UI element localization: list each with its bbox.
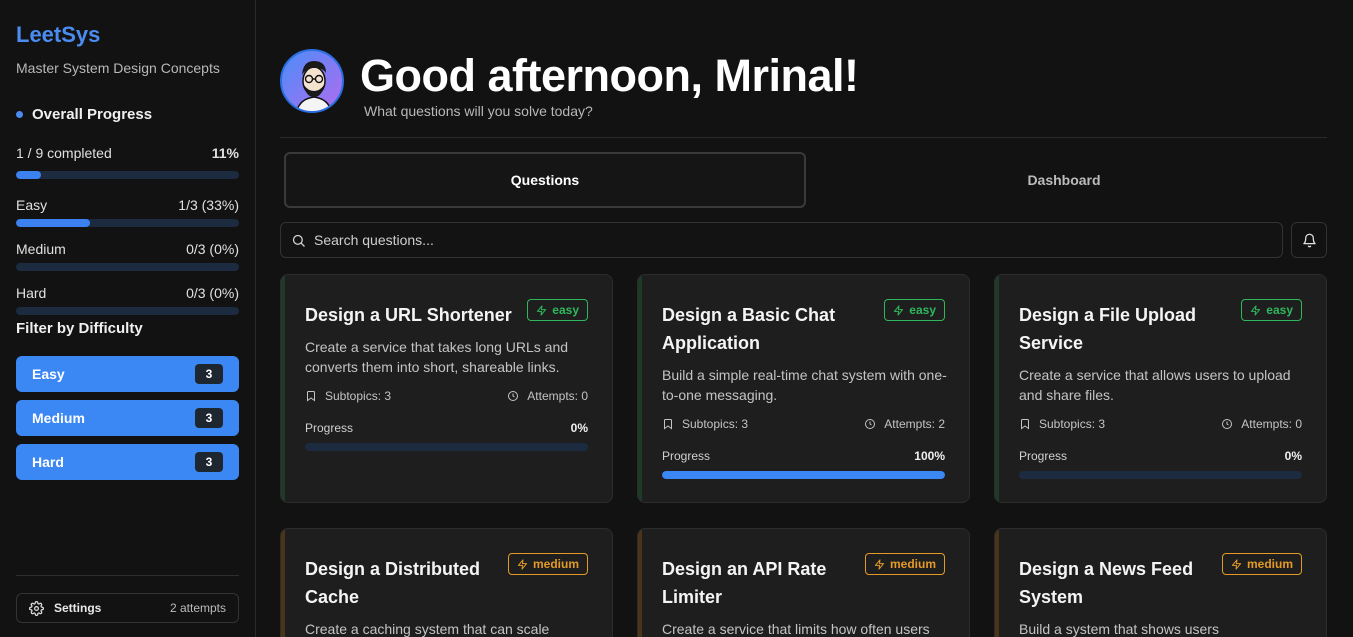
hard-progress-bar xyxy=(16,307,239,315)
attempts-count: Attempts: 0 xyxy=(1221,417,1302,431)
bolt-icon xyxy=(537,304,547,316)
question-card-url-shortener[interactable]: Design a URL Shortener easy Create a ser… xyxy=(280,274,613,503)
overall-progress-bar xyxy=(16,171,239,179)
overall-progress-row: 1 / 9 completed 11% xyxy=(16,145,239,161)
filter-count-badge: 3 xyxy=(195,364,223,384)
card-accent xyxy=(638,275,642,502)
card-progress-bar xyxy=(1019,471,1302,479)
sidebar: LeetSys Master System Design Concepts Ov… xyxy=(0,0,256,637)
bolt-icon xyxy=(517,558,528,570)
hard-progress-row: Hard 0/3 (0%) xyxy=(16,285,239,301)
card-accent xyxy=(281,529,285,637)
subtopics-count: Subtopics: 3 xyxy=(305,389,391,403)
easy-progress-row: Easy 1/3 (33%) xyxy=(16,197,239,213)
search-icon xyxy=(292,234,305,247)
search-input[interactable] xyxy=(314,232,1214,248)
card-description: Create a caching system that can scale xyxy=(305,621,550,637)
card-title: Design a Basic Chat Application xyxy=(662,305,836,353)
bookmark-icon xyxy=(307,391,315,402)
sidebar-divider xyxy=(16,575,239,576)
card-progress-bar xyxy=(662,471,945,479)
card-accent xyxy=(281,275,285,502)
difficulty-badge: medium xyxy=(1221,553,1302,575)
attempts-count: Attempts: 2 xyxy=(864,417,945,431)
card-description: Create a service that allows users to up… xyxy=(1019,367,1291,403)
card-description: Build a simple real-time chat system wit… xyxy=(662,367,947,403)
tagline: Master System Design Concepts xyxy=(16,60,220,76)
bookmark-icon xyxy=(1021,419,1029,430)
overall-progress-fill xyxy=(16,171,41,179)
card-accent xyxy=(995,275,999,502)
medium-progress-bar xyxy=(16,263,239,271)
card-description: Create a service that limits how often u… xyxy=(662,621,930,637)
filter-medium-button[interactable]: Medium 3 xyxy=(16,400,239,436)
filter-easy-button[interactable]: Easy 3 xyxy=(16,356,239,392)
question-card-file-upload[interactable]: Design a File Upload Service easy Create… xyxy=(994,274,1327,503)
search-bar xyxy=(280,222,1283,258)
easy-progress-bar xyxy=(16,219,239,227)
difficulty-badge: easy xyxy=(884,299,945,321)
card-meta: Subtopics: 3 Attempts: 2 xyxy=(662,417,945,431)
card-meta: Subtopics: 3 Attempts: 0 xyxy=(305,389,588,403)
subtopics-count: Subtopics: 3 xyxy=(1019,417,1105,431)
notifications-button[interactable] xyxy=(1291,222,1327,258)
card-meta: Subtopics: 3 Attempts: 0 xyxy=(1019,417,1302,431)
settings-button[interactable]: Settings 2 attempts xyxy=(16,593,239,623)
bolt-icon xyxy=(1251,304,1261,316)
attempts-count: Attempts: 0 xyxy=(507,389,588,403)
clock-icon xyxy=(865,419,876,429)
clock-icon xyxy=(508,391,519,401)
filter-hard-button[interactable]: Hard 3 xyxy=(16,444,239,480)
avatar[interactable] xyxy=(280,49,344,113)
clock-icon xyxy=(1222,419,1233,429)
gear-icon xyxy=(29,600,44,616)
difficulty-badge: easy xyxy=(527,299,588,321)
settings-attempts: 2 attempts xyxy=(169,601,226,615)
card-accent xyxy=(995,529,999,637)
filter-title: Filter by Difficulty xyxy=(16,320,143,337)
avatar-illustration xyxy=(296,61,332,111)
question-card-distributed-cache[interactable]: Design a Distributed Cache medium Create… xyxy=(280,528,613,637)
question-card-chat-application[interactable]: Design a Basic Chat Application easy Bui… xyxy=(637,274,970,503)
card-progress-bar xyxy=(305,443,588,451)
filter-count-badge: 3 xyxy=(195,452,223,472)
greeting-subtitle: What questions will you solve today? xyxy=(364,103,593,119)
brand-logo[interactable]: LeetSys xyxy=(16,22,100,48)
difficulty-badge: medium xyxy=(507,553,588,575)
card-progress-row: Progress 0% xyxy=(1019,449,1302,463)
overall-progress-title: Overall Progress xyxy=(16,106,152,123)
medium-progress-row: Medium 0/3 (0%) xyxy=(16,241,239,257)
easy-progress-fill xyxy=(16,219,90,227)
card-title: Design a File Upload Service xyxy=(1019,305,1197,353)
bookmark-icon xyxy=(664,419,672,430)
card-description: Build a system that shows users xyxy=(1019,621,1219,637)
card-title: Design a Distributed Cache xyxy=(305,559,481,607)
card-progress-row: Progress 0% xyxy=(305,421,588,435)
filter-count-badge: 3 xyxy=(195,408,223,428)
bell-icon xyxy=(1302,233,1316,247)
difficulty-badge: medium xyxy=(864,553,945,575)
greeting-title: Good afternoon, Mrinal! xyxy=(360,50,859,101)
tab-dashboard[interactable]: Dashboard xyxy=(806,152,1322,208)
header-divider xyxy=(280,137,1327,138)
bolt-icon xyxy=(894,304,904,316)
card-progress-fill xyxy=(662,471,945,479)
card-title: Design a URL Shortener xyxy=(305,305,512,325)
dot-icon xyxy=(16,111,23,118)
card-progress-row: Progress 100% xyxy=(662,449,945,463)
subtopics-count: Subtopics: 3 xyxy=(662,417,748,431)
bolt-icon xyxy=(874,558,885,570)
card-title: Design a News Feed System xyxy=(1019,559,1194,607)
question-card-api-rate-limiter[interactable]: Design an API Rate Limiter medium Create… xyxy=(637,528,970,637)
card-accent xyxy=(638,529,642,637)
settings-label: Settings xyxy=(54,601,102,615)
card-title: Design an API Rate Limiter xyxy=(662,559,827,607)
question-card-news-feed[interactable]: Design a News Feed System medium Build a… xyxy=(994,528,1327,637)
difficulty-badge: easy xyxy=(1241,299,1302,321)
card-description: Create a service that takes long URLs an… xyxy=(305,339,569,375)
bolt-icon xyxy=(1231,558,1242,570)
tab-questions[interactable]: Questions xyxy=(284,152,806,208)
